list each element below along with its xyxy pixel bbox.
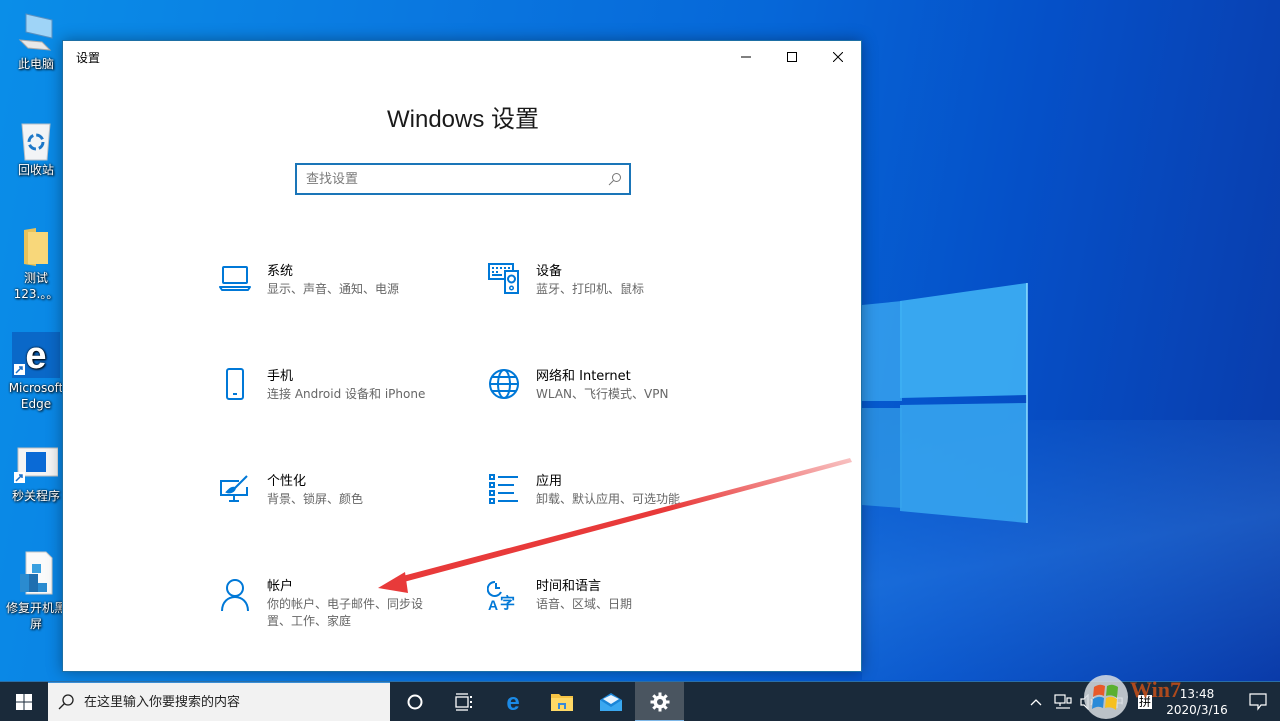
speaker-icon xyxy=(1080,694,1096,710)
phone-icon xyxy=(217,368,253,404)
task-view-icon xyxy=(454,692,472,711)
action-center-button[interactable] xyxy=(1236,682,1280,721)
tile-description: 蓝牙、打印机、鼠标 xyxy=(536,282,645,296)
settings-window: 设置 Windows 设置 系统 显示、声音、通知、电源 xyxy=(62,40,862,672)
taskbar-search-box[interactable] xyxy=(48,681,390,721)
network-tray-button[interactable] xyxy=(1050,682,1076,721)
desktop-icon-this-pc[interactable]: 此电脑 xyxy=(4,12,68,72)
registry-icon xyxy=(16,550,56,596)
show-hidden-icons-button[interactable] xyxy=(1022,682,1050,721)
clock-date: 2020/3/16 xyxy=(1166,703,1228,717)
edge-icon: e xyxy=(12,332,60,378)
mail-icon xyxy=(599,692,622,711)
mail-button[interactable] xyxy=(586,682,635,721)
maximize-button[interactable] xyxy=(769,41,815,73)
window-title: 设置 xyxy=(76,50,101,65)
ime-mode-button[interactable]: 拼 xyxy=(1132,682,1158,721)
desktop-icon-shortcut-app[interactable]: 秒关程序 xyxy=(4,446,68,504)
close-button[interactable] xyxy=(815,41,861,73)
edge-icon: e xyxy=(506,691,519,713)
desktop-icon-edge[interactable]: e Microsoft Edge xyxy=(4,332,68,412)
cortana-icon xyxy=(407,694,422,709)
svg-text:e: e xyxy=(506,691,519,713)
network-icon xyxy=(1054,694,1072,709)
notification-icon xyxy=(1249,693,1267,711)
close-icon xyxy=(833,52,843,62)
taskbar: e 中 拼 13:48 2020/3/16 xyxy=(0,681,1280,721)
maximize-icon xyxy=(787,52,797,62)
taskbar-edge-button[interactable]: e xyxy=(488,682,537,721)
tile-title: 系统 xyxy=(267,264,294,279)
tile-time-language[interactable]: A字 时间和语言 语音、区域、日期 xyxy=(486,578,746,648)
settings-search-box[interactable] xyxy=(295,163,631,195)
computer-icon xyxy=(16,12,56,52)
tile-description: WLAN、飞行模式、VPN xyxy=(536,387,669,401)
minimize-button[interactable] xyxy=(723,41,769,73)
time-language-icon: A字 xyxy=(486,578,522,614)
wallpaper-windows-logo xyxy=(862,283,1028,523)
folder-icon xyxy=(16,226,56,266)
tile-description: 背景、锁屏、颜色 xyxy=(267,492,364,506)
tile-title: 设备 xyxy=(536,264,563,279)
tile-devices[interactable]: 设备 蓝牙、打印机、鼠标 xyxy=(486,263,746,333)
volume-tray-button[interactable] xyxy=(1076,682,1102,721)
tile-accounts[interactable]: 帐户 你的帐户、电子邮件、同步设置、工作、家庭 xyxy=(217,578,477,648)
tile-system[interactable]: 系统 显示、声音、通知、电源 xyxy=(217,263,477,333)
tile-title: 帐户 xyxy=(267,579,294,594)
tile-phone[interactable]: 手机 连接 Android 设备和 iPhone xyxy=(217,368,477,438)
title-bar[interactable]: 设置 xyxy=(63,41,861,73)
ime-language-button[interactable]: 中 xyxy=(1102,682,1132,721)
cortana-button[interactable] xyxy=(390,682,439,721)
settings-taskbar-button[interactable] xyxy=(635,681,684,721)
app-shortcut-icon xyxy=(14,446,59,484)
settings-search-input[interactable] xyxy=(297,165,601,193)
search-icon[interactable] xyxy=(601,172,629,186)
tile-title: 应用 xyxy=(536,474,563,489)
ime-mode-label: 拼 xyxy=(1137,695,1152,709)
system-tray: 中 拼 13:48 2020/3/16 xyxy=(1022,682,1280,721)
recycle-bin-icon xyxy=(16,118,56,161)
task-view-button[interactable] xyxy=(439,682,488,721)
person-icon xyxy=(217,578,253,614)
tile-description: 语音、区域、日期 xyxy=(536,597,633,611)
clock-time: 13:48 xyxy=(1179,687,1215,701)
tile-description: 显示、声音、通知、电源 xyxy=(267,282,400,296)
chevron-up-icon xyxy=(1030,699,1042,706)
taskbar-search-input[interactable] xyxy=(84,694,390,710)
svg-text:e: e xyxy=(25,335,46,377)
devices-icon xyxy=(486,263,522,299)
desktop-icon-folder[interactable]: 测试123.。。 xyxy=(4,226,68,302)
tile-description: 你的帐户、电子邮件、同步设置、工作、家庭 xyxy=(267,597,424,628)
svg-text:字: 字 xyxy=(500,594,515,612)
tile-description: 连接 Android 设备和 iPhone xyxy=(267,387,426,401)
page-title: Windows 设置 xyxy=(386,106,540,133)
window-controls xyxy=(723,41,861,73)
file-explorer-icon xyxy=(550,693,573,711)
apps-list-icon xyxy=(486,473,522,509)
tile-personalization[interactable]: 个性化 背景、锁屏、颜色 xyxy=(217,473,477,543)
tile-apps[interactable]: 应用 卸载、默认应用、可选功能 xyxy=(486,473,746,543)
tile-network[interactable]: 网络和 Internet WLAN、飞行模式、VPN xyxy=(486,368,746,438)
laptop-icon xyxy=(217,263,253,299)
tile-title: 时间和语言 xyxy=(536,579,602,594)
clock-button[interactable]: 13:48 2020/3/16 xyxy=(1158,682,1236,721)
settings-gear-icon xyxy=(650,692,669,711)
tile-title: 网络和 Internet xyxy=(536,369,631,384)
svg-text:A: A xyxy=(488,597,498,612)
personalization-icon xyxy=(217,473,253,509)
tile-description: 卸载、默认应用、可选功能 xyxy=(536,492,681,506)
start-button[interactable] xyxy=(0,682,48,721)
windows-logo-icon xyxy=(16,693,32,710)
tile-title: 个性化 xyxy=(267,474,307,489)
desktop-icon-registry[interactable]: 修复开机黑屏 xyxy=(4,550,68,632)
tile-title: 手机 xyxy=(267,369,294,384)
file-explorer-button[interactable] xyxy=(537,682,586,721)
search-icon xyxy=(48,694,84,710)
desktop-icon-recycle-bin[interactable]: 回收站 xyxy=(4,118,68,178)
minimize-icon xyxy=(741,56,751,58)
globe-icon xyxy=(486,368,522,404)
